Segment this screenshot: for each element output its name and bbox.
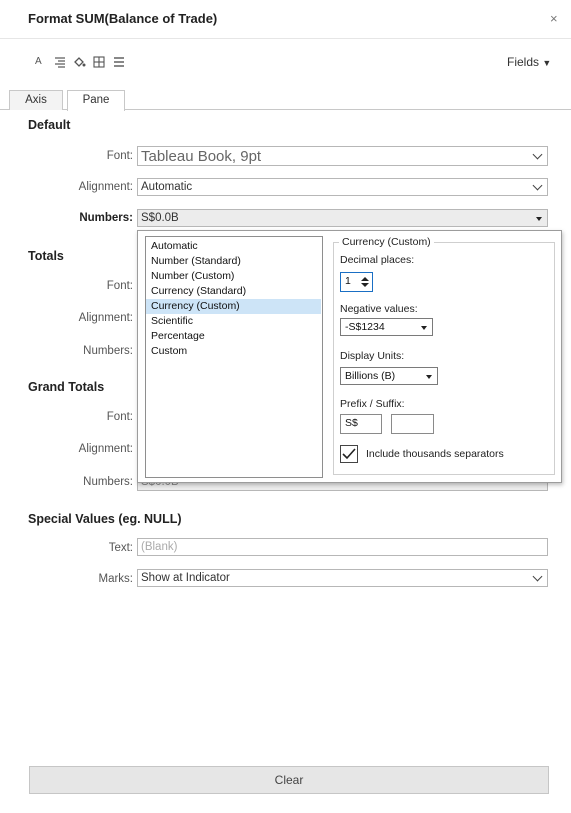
- chevron-down-icon: [532, 149, 543, 160]
- special-text-placeholder: (Blank): [141, 541, 178, 553]
- default-font-value: Tableau Book, 9pt: [141, 148, 262, 165]
- fields-dropdown[interactable]: Fields ▼: [507, 55, 551, 69]
- caret-down-icon: [421, 326, 427, 330]
- prefix-field[interactable]: S$: [340, 414, 382, 434]
- decimal-places-stepper[interactable]: 1: [340, 272, 373, 292]
- format-option-currency-standard[interactable]: Currency (Standard): [151, 284, 320, 299]
- default-alignment-select[interactable]: Automatic: [137, 178, 548, 196]
- font-icon[interactable]: A: [35, 56, 42, 68]
- borders-icon[interactable]: [93, 56, 105, 70]
- default-alignment-value: Automatic: [141, 181, 193, 193]
- thousands-separator-checkbox[interactable]: [340, 445, 358, 463]
- fields-label: Fields: [507, 55, 540, 69]
- format-option-number-custom[interactable]: Number (Custom): [151, 269, 320, 284]
- format-option-number-standard[interactable]: Number (Standard): [151, 254, 320, 269]
- default-font-field[interactable]: Tableau Book, 9pt: [137, 146, 548, 166]
- lines-icon[interactable]: [113, 56, 125, 70]
- section-totals: Totals: [28, 249, 64, 263]
- grand-totals-alignment-label: Alignment:: [78, 443, 133, 455]
- prefix-value: S$: [345, 417, 358, 429]
- display-units-select[interactable]: Billions (B): [340, 367, 438, 385]
- display-units-value: Billions (B): [345, 370, 396, 382]
- format-option-percentage[interactable]: Percentage: [151, 329, 320, 344]
- special-text-label: Text:: [108, 542, 133, 554]
- grand-totals-numbers-label: Numbers:: [83, 476, 133, 488]
- grand-totals-font-label: Font:: [106, 411, 133, 423]
- special-marks-label: Marks:: [98, 573, 134, 585]
- spinner-arrows-icon[interactable]: [361, 276, 369, 293]
- suffix-field[interactable]: [391, 414, 434, 434]
- totals-font-label: Font:: [106, 280, 133, 292]
- clear-button[interactable]: Clear: [29, 766, 549, 794]
- prefix-suffix-label: Prefix / Suffix:: [340, 398, 405, 410]
- special-marks-select[interactable]: Show at Indicator: [137, 569, 548, 587]
- format-option-scientific[interactable]: Scientific: [151, 314, 320, 329]
- close-icon[interactable]: ×: [550, 11, 558, 26]
- format-option-automatic[interactable]: Automatic: [151, 239, 320, 254]
- decimal-places-value: 1: [345, 275, 351, 287]
- alignment-icon[interactable]: [54, 56, 66, 70]
- totals-alignment-label: Alignment:: [78, 312, 133, 324]
- decimal-places-label: Decimal places:: [340, 254, 415, 266]
- section-special-values: Special Values (eg. NULL): [28, 512, 182, 526]
- totals-numbers-label: Numbers:: [83, 345, 133, 357]
- default-font-label: Font:: [106, 150, 133, 162]
- dialog-title: Format SUM(Balance of Trade): [28, 11, 218, 26]
- format-option-custom[interactable]: Custom: [151, 344, 320, 359]
- default-numbers-label: Numbers:: [79, 212, 133, 224]
- default-numbers-value: S$0.0B: [141, 212, 179, 224]
- default-numbers-select[interactable]: S$0.0B: [137, 209, 548, 227]
- shading-icon[interactable]: [73, 56, 86, 70]
- caret-down-icon: [536, 217, 542, 221]
- thousands-separator-label: Include thousands separators: [366, 448, 504, 460]
- chevron-down-icon: [532, 180, 543, 191]
- currency-custom-title: Currency (Custom): [339, 236, 434, 248]
- caret-down-icon: ▼: [542, 58, 552, 68]
- tab-pane[interactable]: Pane: [67, 90, 125, 111]
- format-list[interactable]: Automatic Number (Standard) Number (Cust…: [145, 236, 323, 478]
- chevron-down-icon: [532, 571, 543, 582]
- format-option-currency-custom[interactable]: Currency (Custom): [146, 299, 321, 314]
- checkmark-icon: [342, 448, 356, 460]
- tab-axis[interactable]: Axis: [9, 90, 63, 110]
- default-alignment-label: Alignment:: [78, 181, 133, 193]
- negative-values-select[interactable]: -S$1234: [340, 318, 433, 336]
- display-units-label: Display Units:: [340, 350, 405, 362]
- negative-values-value: -S$1234: [345, 321, 385, 333]
- section-grand-totals: Grand Totals: [28, 380, 105, 394]
- special-text-input[interactable]: (Blank): [137, 538, 548, 556]
- negative-values-label: Negative values:: [340, 303, 418, 315]
- section-default: Default: [28, 118, 71, 132]
- caret-down-icon: [426, 375, 432, 379]
- special-marks-value: Show at Indicator: [141, 572, 230, 584]
